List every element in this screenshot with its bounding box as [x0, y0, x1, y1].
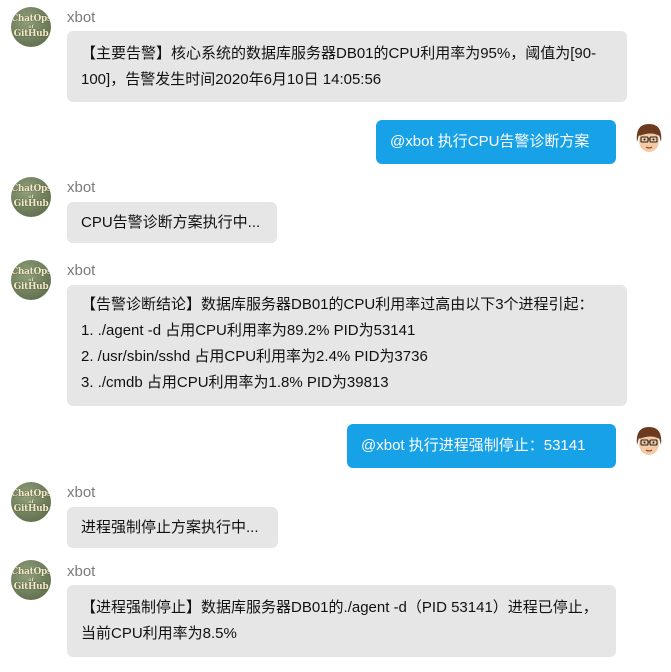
bot-message-bubble[interactable]: 【主要告警】核心系统的数据库服务器DB01的CPU利用率为95%，阈值为[90-…	[67, 31, 627, 102]
user-avatar-icon	[630, 421, 668, 459]
message-text: 【进程强制停止】数据库服务器DB01的./agent -d（PID 53141）…	[81, 599, 598, 642]
bot-name: xbot	[67, 484, 96, 501]
user-message-bubble[interactable]: @xbot 执行进程强制停止：53141	[347, 424, 616, 468]
message-text: @xbot 执行进程强制停止：53141	[361, 437, 586, 454]
bot-avatar[interactable]: ChatOps of GitHub	[11, 177, 51, 217]
user-avatar[interactable]	[630, 421, 668, 459]
bot-name: xbot	[67, 262, 96, 279]
bot-avatar[interactable]: ChatOps of GitHub	[11, 260, 51, 300]
bot-message-bubble[interactable]: CPU告警诊断方案执行中...	[67, 202, 277, 243]
message-text: 进程强制停止方案执行中...	[81, 519, 259, 536]
user-message-bubble[interactable]: @xbot 执行CPU告警诊断方案	[376, 120, 616, 164]
message-text: @xbot 执行CPU告警诊断方案	[390, 133, 590, 150]
bot-name: xbot	[67, 179, 96, 196]
message-text: 3. ./cmdb 占用CPU利用率为1.8% PID为39813	[81, 374, 389, 391]
user-avatar-icon	[630, 118, 668, 156]
message-text: CPU告警诊断方案执行中...	[81, 214, 261, 231]
message-text: 【告警诊断结论】数据库服务器DB01的CPU利用率过高由以下3个进程引起：	[81, 296, 594, 313]
bot-message-bubble[interactable]: 进程强制停止方案执行中...	[67, 507, 278, 548]
bot-name: xbot	[67, 9, 96, 26]
message-text: 【主要告警】核心系统的数据库服务器DB01的CPU利用率为95%，阈值为[90-…	[81, 45, 597, 88]
bot-avatar[interactable]: ChatOps of GitHub	[11, 560, 51, 600]
bot-message-bubble[interactable]: 【告警诊断结论】数据库服务器DB01的CPU利用率过高由以下3个进程引起： 1.…	[67, 285, 627, 406]
bot-message-bubble[interactable]: 【进程强制停止】数据库服务器DB01的./agent -d（PID 53141）…	[67, 585, 616, 657]
message-text: 2. /usr/sbin/sshd 占用CPU利用率为2.4% PID为3736	[81, 348, 428, 365]
user-avatar[interactable]	[630, 118, 668, 156]
bot-avatar[interactable]: ChatOps of GitHub	[11, 482, 51, 522]
bot-name: xbot	[67, 563, 96, 580]
message-text: 1. ./agent -d 占用CPU利用率为89.2% PID为53141	[81, 322, 416, 339]
bot-avatar[interactable]: ChatOps of GitHub	[11, 7, 51, 47]
